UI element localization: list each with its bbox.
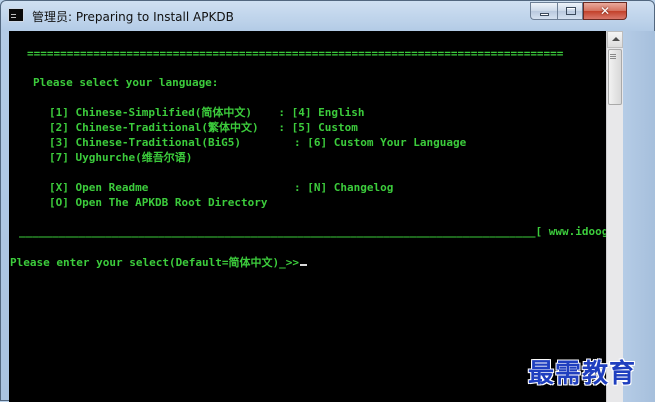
- close-button[interactable]: ✕: [583, 2, 627, 20]
- window-frame-right: [623, 31, 655, 402]
- input-prompt: Please enter your select(Default=简体中文)_>…: [10, 256, 300, 269]
- separator-line: ========================================…: [27, 47, 564, 60]
- option-line-1: [1] Chinese-Simplified(简体中文) : [4] Engli…: [49, 106, 365, 119]
- maximize-icon: [566, 7, 576, 15]
- minimize-button[interactable]: [530, 2, 557, 20]
- window-title: 管理员: Preparing to Install APKDB: [32, 10, 234, 24]
- language-prompt-header: Please select your language:: [33, 76, 219, 89]
- title-bar[interactable]: 管理员: Preparing to Install APKDB ✕: [1, 1, 654, 31]
- option-line-2: [2] Chinese-Traditional(繁体中文) : [5] Cust…: [49, 121, 358, 134]
- watermark-logo: 最需教育: [528, 359, 637, 389]
- console-output[interactable]: ========================================…: [9, 31, 606, 402]
- scrollbar-thumb[interactable]: [608, 49, 622, 105]
- vertical-scrollbar[interactable]: [606, 31, 623, 402]
- option-line-4: [7] Uyghurche(维吾尔语): [49, 151, 193, 164]
- scroll-up-arrow-icon[interactable]: [607, 31, 623, 48]
- scrollbar-grip-icon: [610, 54, 616, 55]
- console-app-icon[interactable]: [8, 8, 24, 22]
- console-window: 管理员: Preparing to Install APKDB ✕ ======…: [0, 0, 655, 402]
- minimize-icon: [540, 13, 549, 16]
- text-cursor: [300, 264, 308, 266]
- close-icon: ✕: [599, 4, 611, 18]
- footer-rule: ________________________________________…: [19, 225, 606, 238]
- option-line-3: [3] Chinese-Traditional(BiG5) : [6] Cust…: [49, 136, 467, 149]
- maximize-button[interactable]: [557, 2, 583, 20]
- action-line-2: [O] Open The APKDB Root Directory: [49, 196, 268, 209]
- input-prompt-line[interactable]: Please enter your select(Default=简体中文)_>…: [10, 256, 308, 270]
- action-line-1: [X] Open Readme : [N] Changelog: [49, 181, 394, 194]
